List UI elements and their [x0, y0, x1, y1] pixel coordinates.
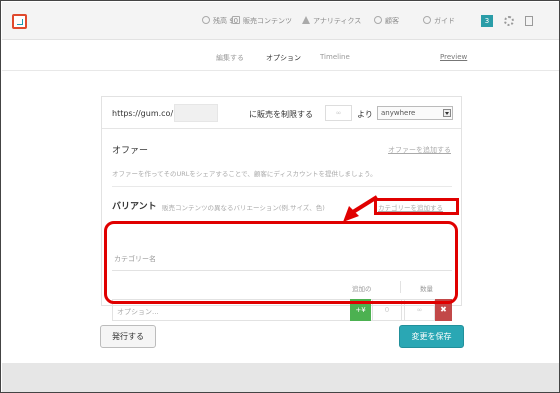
guide-icon	[423, 16, 431, 24]
nav-analytics-label: アナリティクス	[313, 17, 362, 25]
from-label: より	[357, 110, 373, 119]
tab-timeline[interactable]: Timeline	[320, 53, 350, 61]
analytics-icon	[302, 16, 310, 24]
footer-bar	[2, 363, 559, 392]
tab-edit[interactable]: 編集する	[216, 53, 244, 63]
main-content: https://gum.co/ に販売を制限する ∞ より anywhere オ…	[2, 72, 559, 363]
products-icon	[232, 16, 240, 24]
balance-icon	[202, 16, 210, 24]
url-slug-input[interactable]	[174, 104, 218, 122]
region-select[interactable]: anywhere	[377, 106, 453, 120]
annotation-arrow-icon	[343, 195, 379, 222]
nav-products[interactable]: 販売コンテンツ	[232, 16, 292, 26]
gear-icon[interactable]	[504, 16, 514, 26]
url-row: https://gum.co/ に販売を制限する ∞ より anywhere	[102, 97, 461, 129]
variants-description: 販売コンテンツの異なるバリエーション(例.サイズ、色)	[162, 204, 325, 212]
chevron-down-icon	[443, 109, 451, 117]
top-bar: 残高 $0 販売コンテンツ アナリティクス 顧客 ガイド 3	[2, 2, 559, 40]
annotation-box-variant	[104, 221, 458, 304]
nav-analytics[interactable]: アナリティクス	[302, 16, 361, 26]
limit-sales-label: に販売を制限する	[249, 110, 313, 119]
nav-guide[interactable]: ガイド	[423, 16, 455, 26]
publish-button[interactable]: 発行する	[100, 325, 156, 348]
region-select-value: anywhere	[381, 109, 416, 117]
sub-navigation: 編集する オプション Timeline Preview	[2, 41, 559, 71]
preview-link[interactable]: Preview	[440, 53, 467, 61]
document-icon[interactable]	[525, 16, 533, 26]
section-divider	[112, 186, 452, 187]
nav-customers-label: 顧客	[385, 17, 399, 25]
option-name-input[interactable]: オプション...	[117, 307, 159, 317]
limit-sales-input[interactable]: ∞	[325, 105, 352, 121]
gumroad-logo-icon[interactable]	[12, 14, 27, 29]
customers-icon	[374, 16, 382, 24]
app-window: 残高 $0 販売コンテンツ アナリティクス 顧客 ガイド 3 編集する オプショ…	[0, 0, 560, 393]
tab-options[interactable]: オプション	[266, 53, 301, 63]
annotation-box-add-category	[374, 198, 459, 215]
variants-heading: バリアント	[112, 202, 157, 212]
add-offer-link[interactable]: オファーを追加する	[388, 145, 451, 155]
nav-guide-label: ガイド	[434, 17, 455, 25]
nav-customers[interactable]: 顧客	[374, 16, 399, 26]
product-url-label: https://gum.co/	[112, 109, 174, 118]
notification-badge[interactable]: 3	[481, 15, 493, 27]
nav-products-label: 販売コンテンツ	[243, 17, 292, 25]
save-changes-button[interactable]: 変更を保存	[399, 325, 464, 348]
offers-description: オファーを作ってそのURLをシェアすることで、顧客にディスカウントを提供しましょ…	[112, 170, 377, 178]
offers-heading: オファー	[112, 146, 149, 156]
